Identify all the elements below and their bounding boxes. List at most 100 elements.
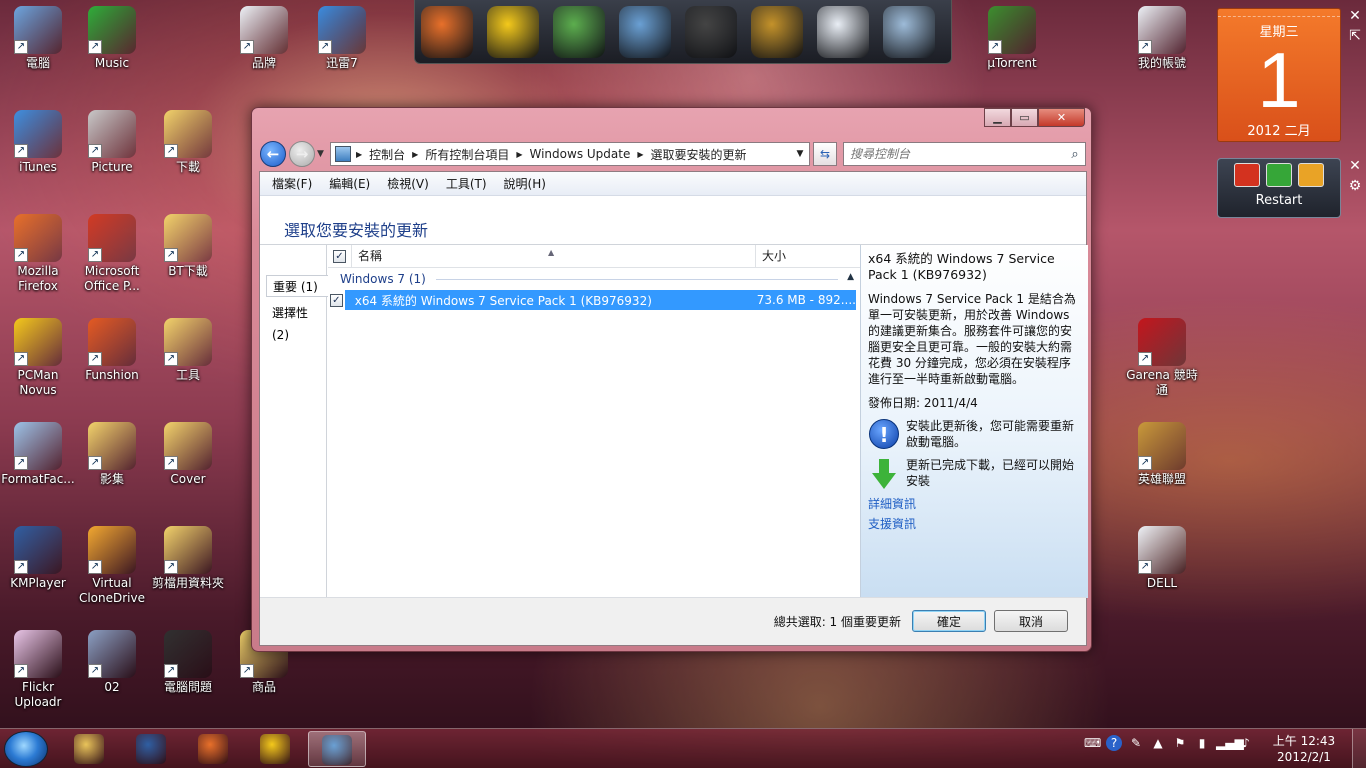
desktop-shortcut[interactable]: ↗ µTorrent <box>974 6 1050 71</box>
category-tab[interactable]: 選擇性 (2) <box>266 302 328 342</box>
firefox-icon[interactable] <box>421 6 473 58</box>
maximize-button[interactable]: ▭ <box>1011 108 1038 127</box>
breadcrumb-separator-icon[interactable]: ▶ <box>514 150 524 159</box>
gadget-options-icon[interactable]: ⇱ <box>1347 28 1363 44</box>
desktop-shortcut[interactable]: ↗ 下載 <box>150 110 226 175</box>
keyboard-icon[interactable]: ⌨ <box>1084 735 1101 751</box>
category-tab[interactable]: 重要 (1) <box>266 275 328 297</box>
breadcrumb-item[interactable]: Windows Update <box>525 147 636 161</box>
help-icon[interactable] <box>817 6 869 58</box>
menu-item[interactable]: 編輯(E) <box>329 175 370 192</box>
taskbar-clock[interactable]: 上午 12:43 2012/2/1 <box>1270 733 1338 765</box>
name-column-header[interactable]: ▲ 名稱 <box>352 245 756 267</box>
key-icon[interactable] <box>1298 163 1324 187</box>
desktop-shortcut[interactable]: ↗ 品牌 <box>226 6 302 71</box>
breadcrumb-item[interactable]: 所有控制台項目 <box>420 146 514 163</box>
recycle-bin-icon[interactable] <box>883 6 935 58</box>
show-desktop-button[interactable] <box>1352 729 1366 768</box>
desktop-shortcut[interactable]: ↗ 英雄聯盟 <box>1124 422 1200 487</box>
action-center-flag-icon[interactable]: ⚑ <box>1172 735 1188 751</box>
support-info-link[interactable]: 支援資訊 <box>868 516 1082 532</box>
back-button[interactable]: ← <box>260 141 286 167</box>
desktop-shortcut[interactable]: ↗ FormatFac... <box>0 422 76 487</box>
restart-icon[interactable] <box>1266 163 1292 187</box>
desktop-shortcut[interactable]: ↗ 我的帳號 <box>1124 6 1200 71</box>
desktop-shortcut[interactable]: ↗ Flickr Uploadr <box>0 630 76 710</box>
help-icon[interactable]: ? <box>1106 735 1122 751</box>
forward-button[interactable]: → <box>289 141 315 167</box>
refresh-button[interactable]: ⇆ <box>813 142 837 166</box>
desktop-shortcut[interactable]: ↗ 影集 <box>74 422 150 487</box>
select-all-checkbox[interactable]: ✓ <box>333 249 346 263</box>
pcman-icon[interactable] <box>487 6 539 58</box>
breadcrumb-separator-icon[interactable]: ▶ <box>635 150 645 159</box>
desktop-shortcut[interactable]: ↗ DELL <box>1124 526 1200 591</box>
gadget-close-icon[interactable]: ✕ <box>1347 158 1363 174</box>
minimize-button[interactable]: ▁ <box>984 108 1011 127</box>
taskbar-button[interactable] <box>184 731 242 767</box>
volume-icon[interactable]: ♪ <box>1238 735 1254 751</box>
desktop-shortcut[interactable]: ↗ Virtual CloneDrive <box>74 526 150 606</box>
desktop-shortcut[interactable]: ↗ Cover <box>150 422 226 487</box>
navigation-bar: ← → ▼ ▶ 控制台 ▶ 所有控制台項目 ▶ Windows Update ▶ 選取要安裝的… <box>260 139 1086 167</box>
taskbar-button[interactable] <box>122 731 180 767</box>
ok-button[interactable]: 確定 <box>912 610 986 632</box>
update-row[interactable]: ✓ x64 系統的 Windows 7 Service Pack 1 (KB976… <box>328 290 860 310</box>
desktop-shortcut[interactable]: ↗ Funshion <box>74 318 150 383</box>
desktop-shortcut[interactable]: ↗ 電腦 <box>0 6 76 71</box>
desktop-shortcut[interactable]: ↗ 02 <box>74 630 150 695</box>
more-info-link[interactable]: 詳細資訊 <box>868 496 1082 512</box>
wrench-icon[interactable]: ⚙ <box>1347 178 1363 194</box>
address-dropdown-icon[interactable]: ▼ <box>791 149 809 159</box>
menu-item[interactable]: 說明(H) <box>504 175 546 192</box>
address-bar[interactable]: ▶ 控制台 ▶ 所有控制台項目 ▶ Windows Update ▶ 選取要安裝的更新 ▼ <box>330 142 810 166</box>
start-button[interactable] <box>4 731 48 767</box>
power-icon[interactable] <box>1234 163 1260 187</box>
breadcrumb-separator-icon[interactable]: ▶ <box>354 150 364 159</box>
row-selection[interactable]: x64 系統的 Windows 7 Service Pack 1 (KB9769… <box>344 290 856 310</box>
network-signal-icon[interactable]: ▂▄▆ <box>1216 735 1244 751</box>
search-input[interactable] <box>844 147 1065 161</box>
input-method-icon[interactable]: ✎ <box>1128 735 1144 751</box>
menu-item[interactable]: 檔案(F) <box>272 175 312 192</box>
menu-item[interactable]: 工具(T) <box>446 175 487 192</box>
desktop-shortcut[interactable]: ↗ iTunes <box>0 110 76 175</box>
padlock-icon[interactable] <box>751 6 803 58</box>
taskbar-button[interactable] <box>308 731 366 767</box>
publish-date: 發佈日期: 2011/4/4 <box>868 396 978 410</box>
desktop-shortcut[interactable]: ↗ Microsoft Office P... <box>74 214 150 294</box>
desktop-shortcut[interactable]: ↗ 剪檔用資料夾 <box>150 526 226 591</box>
taskbar-button[interactable] <box>246 731 304 767</box>
cancel-button[interactable]: 取消 <box>994 610 1068 632</box>
desktop-shortcut[interactable]: ↗ 工具 <box>150 318 226 383</box>
power-icon[interactable]: ▮ <box>1194 735 1210 751</box>
calendar-gadget[interactable]: 星期三 1 2012 二月 <box>1217 8 1341 142</box>
photo-icon[interactable] <box>619 6 671 58</box>
size-column-header[interactable]: 大小 <box>756 245 860 267</box>
menu-item[interactable]: 檢視(V) <box>387 175 429 192</box>
desktop-shortcut[interactable]: ↗ Picture <box>74 110 150 175</box>
desktop-shortcut[interactable]: ↗ Mozilla Firefox <box>0 214 76 294</box>
desktop-shortcut[interactable]: ↗ Garena 競時通 <box>1124 318 1200 398</box>
desktop-shortcut[interactable]: ↗ 電腦問題 <box>150 630 226 695</box>
taskbar-button[interactable] <box>60 731 118 767</box>
search-icon[interactable]: ⌕ <box>1065 147 1085 162</box>
breadcrumb-separator-icon[interactable]: ▶ <box>410 150 420 159</box>
gadget-close-icon[interactable]: ✕ <box>1347 8 1363 24</box>
desktop-shortcut[interactable]: ↗ 迅雷7 <box>304 6 380 71</box>
desktop-shortcut[interactable]: ↗ BT下載 <box>150 214 226 279</box>
desktop-shortcut[interactable]: ↗ Music <box>74 6 150 71</box>
close-button[interactable]: ✕ <box>1038 108 1085 127</box>
film-reel-icon[interactable] <box>685 6 737 58</box>
desktop-shortcut[interactable]: ↗ PCMan Novus <box>0 318 76 398</box>
search-box[interactable]: ⌕ <box>843 142 1086 166</box>
breadcrumb-item[interactable]: 選取要安裝的更新 <box>646 146 752 163</box>
group-header[interactable]: Windows 7 (1) ▲ <box>328 268 860 290</box>
desktop-shortcut[interactable]: ↗ KMPlayer <box>0 526 76 591</box>
history-dropdown-icon[interactable]: ▼ <box>317 149 324 159</box>
mail-icon[interactable] <box>553 6 605 58</box>
show-hidden-icons-icon[interactable]: ▲ <box>1150 735 1166 751</box>
breadcrumb-item[interactable]: 控制台 <box>364 146 410 163</box>
collapse-icon[interactable]: ▲ <box>847 272 854 282</box>
update-checkbox[interactable]: ✓ <box>329 293 343 307</box>
